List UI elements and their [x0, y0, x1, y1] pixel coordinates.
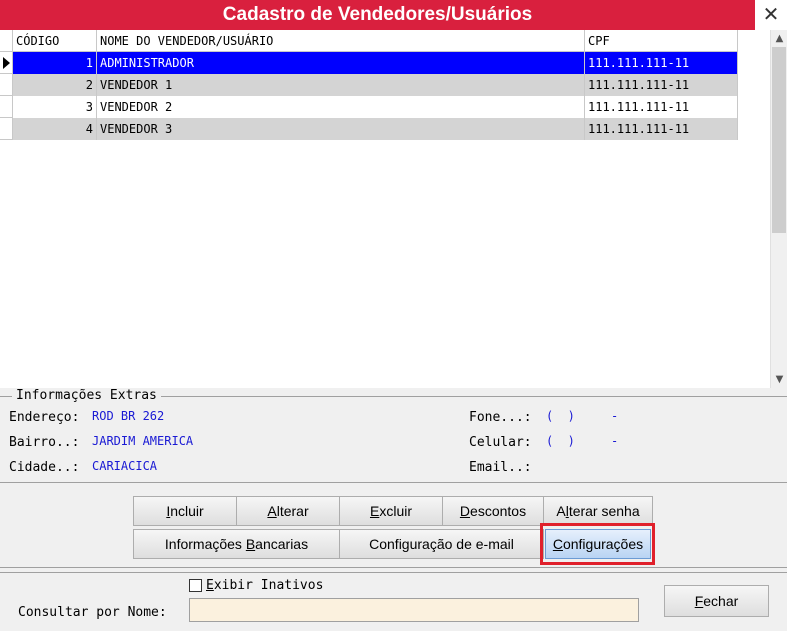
bairro-value: JARDIM AMERICA — [92, 434, 194, 448]
row-indicator — [0, 74, 13, 96]
endereco-label: Endereço: — [9, 410, 80, 425]
window-title: Cadastro de Vendedores/Usuários — [222, 4, 533, 25]
informacoes-bancarias-button[interactable]: Informações Bancarias — [133, 529, 340, 559]
cell-cpf: 111.111.111-11 — [585, 96, 738, 118]
table-row[interactable]: 4 VENDEDOR 3 111.111.111-11 — [13, 118, 738, 140]
cell-codigo: 2 — [13, 74, 97, 96]
column-header-codigo[interactable]: CÓDIGO — [13, 30, 97, 52]
cell-cpf: 111.111.111-11 — [585, 52, 738, 74]
cell-codigo: 3 — [13, 96, 97, 118]
celular-value: ( ) - — [546, 434, 619, 448]
scroll-up-icon[interactable]: ▲ — [771, 30, 787, 47]
consultar-por-nome-label: Consultar por Nome: — [18, 605, 167, 620]
row-indicator — [0, 96, 13, 118]
scroll-down-icon[interactable]: ▼ — [771, 371, 787, 388]
exibir-inativos-checkbox[interactable] — [189, 579, 202, 592]
fone-label: Fone...: — [469, 410, 532, 425]
cell-codigo: 1 — [13, 52, 97, 74]
scrollbar-thumb[interactable] — [772, 47, 786, 233]
excluir-button[interactable]: Excluir — [339, 496, 443, 526]
grid-header: CÓDIGO NOME DO VENDEDOR/USUÁRIO CPF — [0, 30, 738, 52]
cell-cpf: 111.111.111-11 — [585, 74, 738, 96]
table-row[interactable]: 3 VENDEDOR 2 111.111.111-11 — [13, 96, 738, 118]
cell-cpf: 111.111.111-11 — [585, 118, 738, 140]
extra-info-group: Informações Extras Endereço: ROD BR 262 … — [0, 388, 787, 480]
column-header-cpf[interactable]: CPF — [585, 30, 738, 52]
cidade-label: Cidade..: — [9, 460, 80, 475]
cell-nome: VENDEDOR 3 — [97, 118, 585, 140]
fone-value: ( ) - — [546, 409, 619, 423]
fechar-button[interactable]: Fechar — [664, 585, 769, 617]
bairro-label: Bairro..: — [9, 435, 80, 450]
consultar-nome-input[interactable] — [189, 598, 639, 622]
table-row[interactable]: 2 VENDEDOR 1 111.111.111-11 — [13, 74, 738, 96]
configuracoes-highlight-box — [540, 523, 655, 565]
row-indicator — [0, 52, 13, 74]
cell-nome: VENDEDOR 2 — [97, 96, 585, 118]
cell-nome: VENDEDOR 1 — [97, 74, 585, 96]
configuracao-email-button[interactable]: Configuração de e-mail — [339, 529, 544, 559]
current-row-arrow-icon — [3, 57, 10, 69]
extra-info-legend: Informações Extras — [12, 388, 161, 403]
descontos-button[interactable]: Descontos — [442, 496, 544, 526]
row-indicator — [0, 118, 13, 140]
close-icon[interactable]: ✕ — [755, 0, 787, 30]
column-header-nome[interactable]: NOME DO VENDEDOR/USUÁRIO — [97, 30, 585, 52]
alterar-button[interactable]: Alterar — [236, 496, 340, 526]
grid-vertical-scrollbar[interactable]: ▲ ▼ — [770, 30, 787, 388]
header-indicator-cell — [0, 30, 13, 52]
celular-label: Celular: — [469, 435, 532, 450]
vendors-grid[interactable]: CÓDIGO NOME DO VENDEDOR/USUÁRIO CPF 1 AD… — [0, 30, 770, 388]
email-label: Email..: — [469, 460, 532, 475]
cidade-value: CARIACICA — [92, 459, 158, 473]
cell-nome: ADMINISTRADOR — [97, 52, 585, 74]
table-row[interactable]: 1 ADMINISTRADOR 111.111.111-11 — [13, 52, 738, 74]
exibir-inativos-label[interactable]: Exibir Inativos — [206, 578, 323, 593]
title-bar: Cadastro de Vendedores/Usuários ✕ — [0, 0, 787, 30]
incluir-button[interactable]: Incluir — [133, 496, 237, 526]
cell-codigo: 4 — [13, 118, 97, 140]
endereco-value: ROD BR 262 — [92, 409, 165, 423]
row-indicator-column — [0, 52, 13, 140]
alterar-senha-button[interactable]: Alterar senha — [543, 496, 653, 526]
